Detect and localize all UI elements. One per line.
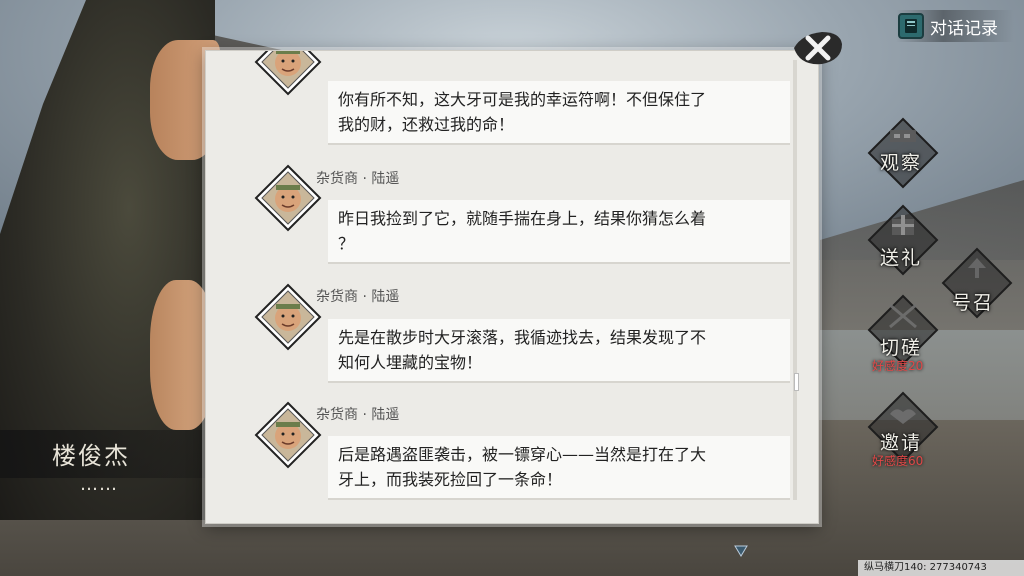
message-line: 你有所不知，这大牙可是我的幸运符啊！不但保住了 <box>338 90 707 109</box>
invite-label: 邀请 <box>880 432 923 454</box>
message-line: 后是路遇盗匪袭击，被一镖穿心——当然是打在了大 <box>338 445 707 464</box>
message-bubble: 昨日我捡到了它，就随手揣在身上，结果你猜怎么着 ？ <box>328 200 790 264</box>
character-ellipsis: …… <box>80 474 118 495</box>
message-bubble: 先是在散步时大牙滚落，我循迹找去，结果发现了不 知何人埋藏的宝物！ <box>328 319 790 383</box>
message-line: 先是在散步时大牙滚落，我循迹找去，结果发现了不 <box>338 328 707 347</box>
speaker-name: 杂货商 · 陆遥 <box>316 171 400 187</box>
close-button[interactable] <box>792 26 844 68</box>
message-line: 牙上，而我装死捡回了一条命！ <box>338 470 563 489</box>
dialog-log-label: 对话记录 <box>930 18 998 39</box>
merchant-avatar-icon <box>253 51 323 97</box>
gift-label: 送礼 <box>880 247 923 269</box>
scrollbar-track[interactable] <box>793 60 797 500</box>
invite-requirement: 好感度60 <box>872 454 924 468</box>
message-bubble: 你有所不知，这大牙可是我的幸运符啊！不但保住了 我的财，还救过我的命！ <box>328 81 790 145</box>
spar-label: 切磋 <box>880 337 923 359</box>
speaker-name: 杂货商 · 陆遥 <box>316 407 400 423</box>
summon-button[interactable]: 号召 <box>941 247 1013 319</box>
speaker-name: 杂货商 · 陆遥 <box>316 289 400 305</box>
merchant-avatar-icon <box>253 400 323 470</box>
message-line: 我的财，还救过我的命！ <box>338 115 515 134</box>
merchant-avatar-icon <box>253 163 323 233</box>
close-icon <box>794 32 842 65</box>
summon-label: 号召 <box>952 292 995 314</box>
scrollbar-thumb[interactable] <box>794 373 799 391</box>
observe-button[interactable]: 观察 <box>867 117 939 189</box>
invite-button[interactable]: 邀请 好感度60 <box>867 391 939 468</box>
spar-button[interactable]: 切磋 好感度20 <box>867 294 939 373</box>
gift-icon <box>892 215 914 235</box>
message-list[interactable]: 你有所不知，这大牙可是我的幸运符啊！不但保住了 我的财，还救过我的命！ 杂货商 … <box>218 51 808 511</box>
book-icon <box>898 13 924 39</box>
message-line: 昨日我捡到了它，就随手揣在身上，结果你猜怎么着 <box>338 209 707 228</box>
dialog-history-panel: 你有所不知，这大牙可是我的幸运符啊！不但保住了 我的财，还救过我的命！ 杂货商 … <box>205 50 819 524</box>
summon-icon <box>968 258 986 278</box>
handshake-icon <box>890 409 916 424</box>
version-footer: 纵马横刀140: 277340743 <box>858 560 1024 576</box>
merchant-avatar-icon <box>253 282 323 352</box>
dialog-log-button[interactable]: 对话记录 <box>896 10 1014 42</box>
message-bubble: 后是路遇盗匪袭击，被一镖穿心——当然是打在了大 牙上，而我装死捡回了一条命！ <box>328 436 790 500</box>
message-line: ？ <box>338 234 355 253</box>
character-name: 楼俊杰 <box>52 442 130 470</box>
spar-requirement: 好感度20 <box>872 359 924 373</box>
message-line: 知何人埋藏的宝物！ <box>338 353 483 372</box>
gift-button[interactable]: 送礼 <box>867 204 939 276</box>
scroll-down-arrow-icon[interactable] <box>734 545 748 557</box>
observe-label: 观察 <box>880 152 923 174</box>
crossed-swords-icon <box>889 303 917 329</box>
